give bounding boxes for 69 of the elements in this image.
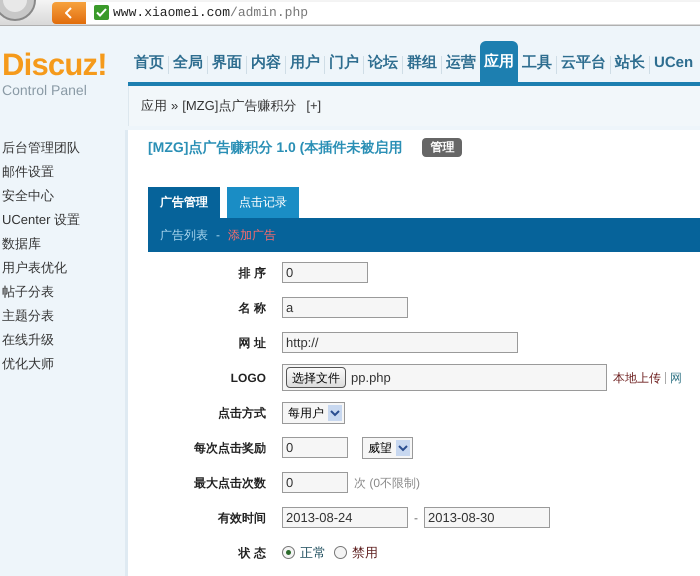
field-label: 状 态 — [237, 544, 267, 562]
file-name: pp.php — [351, 368, 391, 387]
field-label: 网 址 — [238, 334, 267, 352]
radio-label: 正常 — [300, 544, 326, 562]
upload-link[interactable]: 网 — [670, 368, 682, 386]
field-label: 名 称 — [237, 300, 267, 316]
sidebar-item[interactable]: 后台管理团队 — [2, 136, 125, 160]
manage-badge[interactable]: 管理 — [422, 138, 462, 156]
field-label: 每次点击奖励 — [193, 440, 267, 456]
sidebar-item[interactable]: 邮件设置 — [2, 160, 125, 184]
breadcrumb-link[interactable]: 应用 — [141, 96, 167, 116]
choose-file-button[interactable]: 选择文件 — [286, 367, 346, 388]
input-field[interactable]: 0 — [282, 262, 368, 283]
nav-tab[interactable]: 工具 — [518, 52, 556, 82]
add-shortcut-link[interactable]: [+] — [306, 96, 322, 116]
sidebar-item[interactable]: 帖子分表 — [2, 280, 125, 304]
field-label: 排 序 — [237, 264, 267, 282]
nav-tab[interactable]: 站长 — [611, 52, 649, 82]
sidebar-item[interactable]: 优化大师 — [2, 352, 125, 376]
nav-tab[interactable]: 运营 — [442, 52, 480, 82]
sidebar-item[interactable]: 安全中心 — [2, 184, 125, 208]
nav-tab[interactable]: 界面 — [208, 52, 246, 82]
subnav-link[interactable]: 广告列表 — [160, 226, 208, 244]
nav-tab[interactable]: 门户 — [325, 52, 363, 82]
sidebar-item[interactable]: 用户表优化 — [2, 256, 125, 280]
file-field[interactable]: 选择文件 pp.php — [282, 364, 607, 391]
nav-tab[interactable]: 论坛 — [364, 52, 402, 82]
radio-button[interactable] — [282, 546, 295, 559]
radio-label: 禁用 — [352, 544, 378, 562]
input-field[interactable]: a — [282, 297, 408, 318]
input-field[interactable]: 0 — [282, 437, 348, 458]
field-label: LOGO — [230, 370, 267, 386]
nav-tab[interactable]: UCen — [650, 52, 698, 82]
sidebar-item[interactable]: 在线升级 — [2, 328, 125, 352]
nav-tab[interactable]: 应用 — [480, 41, 518, 82]
input-field[interactable]: 0 — [282, 472, 348, 493]
discuz-logo: Discuz! — [2, 48, 108, 82]
sidebar-item[interactable]: 主题分表 — [2, 304, 125, 328]
upload-link[interactable]: 本地上传 — [613, 368, 661, 386]
range-separator: - — [414, 510, 418, 526]
subnav-separator: - — [216, 227, 220, 244]
radio-button[interactable] — [334, 546, 347, 559]
nav-tab[interactable]: 首页 — [130, 52, 168, 82]
nav-tab[interactable]: 全局 — [169, 52, 207, 82]
field-label: 点击方式 — [217, 404, 267, 422]
sidebar-item[interactable]: 数据库 — [2, 232, 125, 256]
breadcrumb-current: [MZG]点广告赚积分 — [182, 97, 296, 116]
url-text: www.xiaomei.com/admin.php — [113, 4, 308, 22]
field-label: 最大点击次数 — [193, 474, 267, 492]
breadcrumb-separator: » — [171, 97, 178, 116]
date-field[interactable]: 2013-08-24 — [282, 507, 408, 528]
control-panel-text: Control Panel — [2, 82, 88, 98]
nav-tab[interactable]: 云平台 — [557, 52, 610, 82]
nav-tab[interactable]: 群组 — [403, 52, 441, 82]
field-label: 有效时间 — [216, 510, 267, 526]
input-field[interactable]: http:// — [282, 332, 518, 353]
date-field[interactable]: 2013-08-30 — [424, 507, 550, 528]
address-bar[interactable]: www.xiaomei.com/admin.php — [86, 2, 700, 24]
back-button[interactable] — [52, 2, 86, 24]
dropdown[interactable]: 每用户 — [282, 402, 345, 424]
nav-tab[interactable]: 用户 — [286, 52, 324, 82]
plugin-title: [MZG]点广告赚积分 1.0 (本插件未被启用 — [148, 138, 402, 157]
tab[interactable]: 广告管理 — [148, 187, 220, 218]
tab[interactable]: 点击记录 — [227, 187, 299, 218]
nav-tab[interactable]: 内容 — [247, 52, 285, 82]
dropdown[interactable]: 威望 — [362, 436, 413, 458]
hint-text: 次 (0不限制) — [354, 474, 420, 492]
sidebar-item[interactable]: UCenter 设置 — [2, 208, 125, 232]
secure-check-icon — [94, 5, 109, 20]
